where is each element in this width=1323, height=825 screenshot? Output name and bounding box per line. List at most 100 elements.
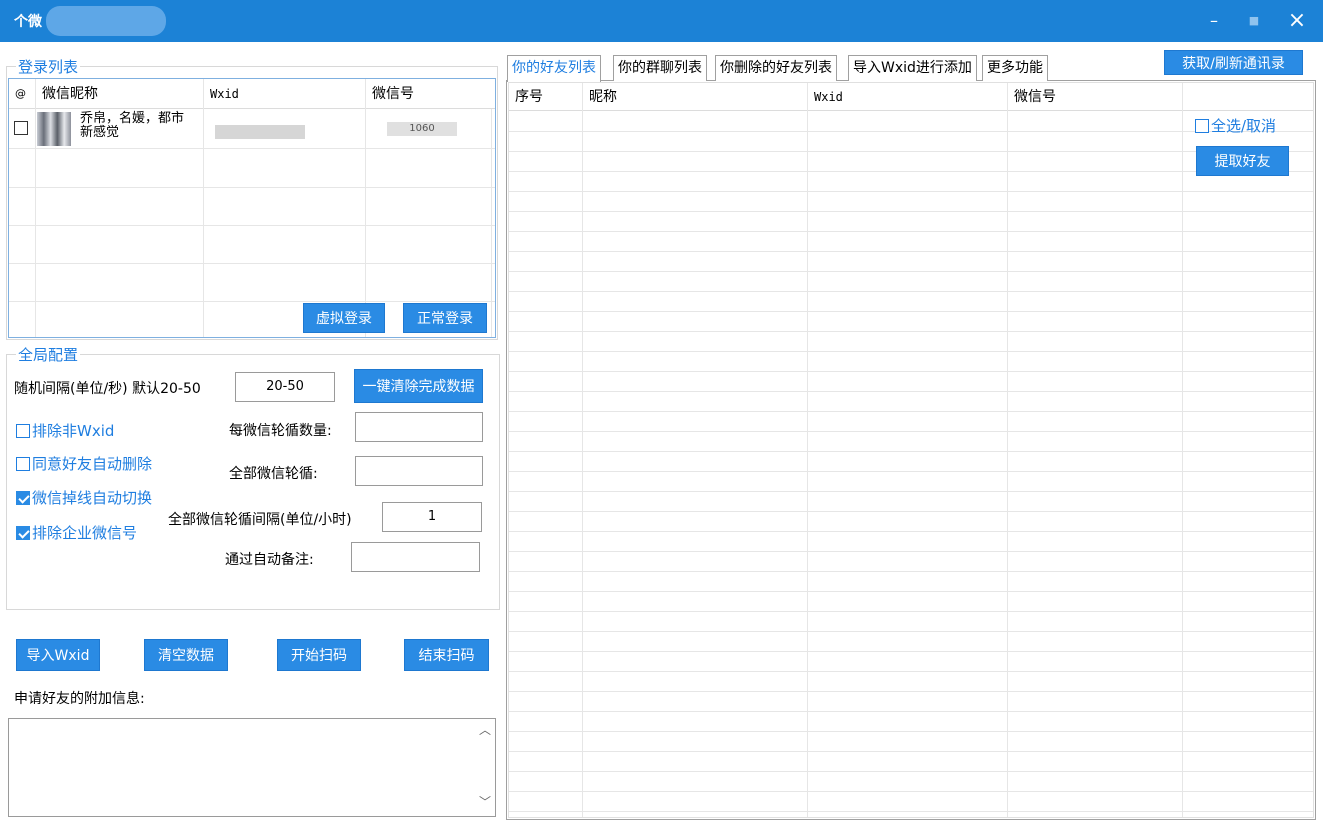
clear-done-button[interactable]: 一键清除完成数据 <box>354 369 483 403</box>
grid-row-line <box>509 251 1313 252</box>
tab-deleted-friends[interactable]: 你删除的好友列表 <box>715 55 837 81</box>
extra-info-textarea[interactable]: ︿ ﹀ <box>8 718 496 817</box>
grid-row-line <box>509 591 1313 592</box>
col-nickname: 微信昵称 <box>36 79 204 109</box>
blurred-title-region <box>46 6 166 36</box>
exclude-non-wxid-label: 排除非Wxid <box>32 422 115 440</box>
col-at: @ <box>9 79 36 109</box>
all-rotation-input[interactable] <box>355 456 483 486</box>
grid-row-line <box>509 631 1313 632</box>
avatar <box>37 112 71 146</box>
tab-friends[interactable]: 你的好友列表 <box>507 55 601 82</box>
interval-input[interactable]: 20-50 <box>235 372 335 402</box>
grid-row-line <box>509 231 1313 232</box>
title-bar: 个微 – ■ × <box>0 0 1323 42</box>
login-grid-header: @ 微信昵称 Wxid 微信号 <box>9 79 495 109</box>
row-nickname: 乔帛，名媛，都市新感觉 <box>80 111 185 140</box>
end-scan-button[interactable]: 结束扫码 <box>404 639 489 671</box>
rotation-interval-input[interactable]: 1 <box>382 502 482 532</box>
auto-remark-input[interactable] <box>351 542 480 572</box>
row-checkbox[interactable] <box>14 121 28 135</box>
minimize-icon[interactable]: – <box>1200 8 1228 34</box>
interval-label: 随机间隔(单位/秒) 默认20-50 <box>14 381 201 397</box>
exclude-enterprise-label: 排除企业微信号 <box>32 524 138 542</box>
grid-row-line <box>509 451 1313 452</box>
global-config-title: 全局配置 <box>16 344 81 365</box>
auto-switch-offline-checkbox[interactable]: 微信掉线自动切换 <box>16 487 152 508</box>
exclude-non-wxid-checkbox[interactable]: 排除非Wxid <box>16 420 114 441</box>
grid-row-line <box>509 671 1313 672</box>
tab-group-chats[interactable]: 你的群聊列表 <box>613 55 707 81</box>
auto-remark-label: 通过自动备注: <box>225 552 314 568</box>
grid-row-line <box>509 811 1313 812</box>
friends-grid-header: 序号 昵称 Wxid 微信号 <box>509 83 1313 111</box>
grid-row-line <box>509 491 1313 492</box>
checkbox-unchecked <box>16 424 30 438</box>
login-list-grid[interactable]: @ 微信昵称 Wxid 微信号 乔帛，名媛，都市新感觉 1060 虚拟登录 正常… <box>8 78 496 338</box>
grid-row-line <box>509 211 1313 212</box>
grid-row-line <box>509 291 1313 292</box>
checkbox-unchecked <box>16 457 30 471</box>
auto-delete-friend-checkbox[interactable]: 同意好友自动删除 <box>16 453 152 474</box>
grid-row-line <box>509 431 1313 432</box>
grid-row-line <box>509 511 1313 512</box>
login-list-title: 登录列表 <box>16 56 81 77</box>
grid-row-line <box>509 271 1313 272</box>
grid-row-line <box>509 351 1313 352</box>
checkbox-checked <box>16 526 30 540</box>
scrollbar[interactable]: ︿ ﹀ <box>475 719 495 816</box>
grid-row-line <box>509 171 1313 172</box>
per-rotation-label: 每微信轮循数量: <box>229 423 332 439</box>
grid-row-line <box>509 331 1313 332</box>
normal-login-button[interactable]: 正常登录 <box>403 303 487 333</box>
exclude-enterprise-checkbox[interactable]: 排除企业微信号 <box>16 522 137 543</box>
col-index: 序号 <box>509 83 583 111</box>
start-scan-button[interactable]: 开始扫码 <box>277 639 361 671</box>
auto-delete-friend-label: 同意好友自动删除 <box>32 455 153 473</box>
grid-row-line <box>509 151 1313 152</box>
all-rotation-label: 全部微信轮循: <box>229 466 318 482</box>
grid-row-line <box>509 751 1313 752</box>
grid-row-line <box>509 371 1313 372</box>
virtual-login-button[interactable]: 虚拟登录 <box>303 303 385 333</box>
auto-switch-offline-label: 微信掉线自动切换 <box>32 489 153 507</box>
grid-row-line <box>509 571 1313 572</box>
scroll-up-icon[interactable]: ︿ <box>479 721 491 738</box>
col-wxid: Wxid <box>204 79 366 109</box>
table-row[interactable]: 乔帛，名媛，都市新感觉 1060 <box>9 109 491 148</box>
extract-friends-button[interactable]: 提取好友 <box>1196 146 1289 176</box>
close-icon[interactable]: × <box>1283 8 1311 34</box>
grid-row-line <box>509 551 1313 552</box>
per-rotation-input[interactable] <box>355 412 483 442</box>
scroll-down-icon[interactable]: ﹀ <box>479 793 491 810</box>
import-wxid-button[interactable]: 导入Wxid <box>16 639 100 671</box>
grid-row-line <box>509 611 1313 612</box>
refresh-contacts-button[interactable]: 获取/刷新通讯录 <box>1164 50 1303 75</box>
grid-row-line <box>509 131 1313 132</box>
col-wechat-id: 微信号 <box>366 79 495 109</box>
row-wechat-id: 1060 <box>387 122 457 136</box>
extra-info-label: 申请好友的附加信息: <box>14 691 145 707</box>
clear-data-button[interactable]: 清空数据 <box>144 639 228 671</box>
tab-import-wxid[interactable]: 导入Wxid进行添加 <box>848 55 977 81</box>
friends-grid[interactable]: 序号 昵称 Wxid 微信号 <box>508 82 1314 818</box>
redacted-wxid <box>215 125 305 139</box>
select-all-label: 全选/取消 <box>1211 117 1277 135</box>
checkbox-checked <box>16 491 30 505</box>
grid-row-line <box>509 711 1313 712</box>
grid-row-line <box>509 771 1313 772</box>
grid-row-line <box>509 531 1313 532</box>
col-friend-wechat-id: 微信号 <box>1008 83 1183 111</box>
maximize-icon[interactable]: ■ <box>1240 8 1268 34</box>
grid-row-line <box>509 311 1313 312</box>
window-title: 个微 <box>14 14 42 30</box>
tab-more[interactable]: 更多功能 <box>982 55 1048 81</box>
select-all-checkbox[interactable]: 全选/取消 <box>1195 115 1276 136</box>
grid-row-line <box>509 391 1313 392</box>
grid-row-line <box>509 791 1313 792</box>
grid-row-line <box>509 191 1313 192</box>
col-friend-wxid: Wxid <box>808 83 1008 111</box>
grid-row-line <box>509 411 1313 412</box>
grid-row-line <box>509 651 1313 652</box>
col-friend-nickname: 昵称 <box>583 83 808 111</box>
